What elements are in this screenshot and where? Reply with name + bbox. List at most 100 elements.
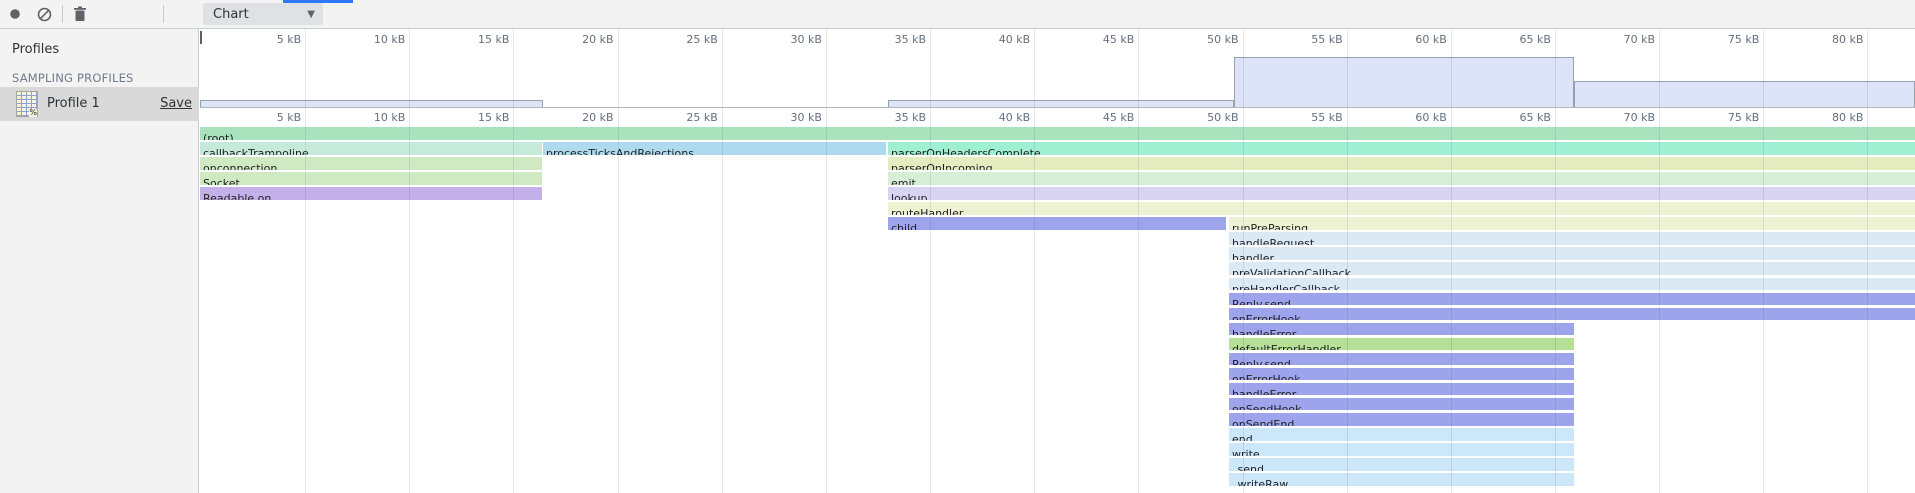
- flame-bar-routehandler[interactable]: routeHandler: [888, 202, 1915, 215]
- flame-bar-label: handleError: [1229, 329, 1296, 336]
- flame-bar-label: defaultErrorHandler: [1229, 344, 1341, 351]
- profile-name: Profile 1: [47, 96, 100, 111]
- flame-bar-label: emit: [888, 178, 916, 185]
- flame-bar-readable-on[interactable]: Readable.on: [200, 187, 542, 200]
- flame-bar-label: onSendHook: [1229, 404, 1302, 411]
- flame-bar-prehandlercallback[interactable]: preHandlerCallback: [1229, 278, 1915, 291]
- axis-tick-label: 60 kB: [1387, 111, 1447, 124]
- axis-tick-label: 5 kB: [241, 111, 301, 124]
- flame-bar-child[interactable]: child: [888, 217, 1226, 230]
- flame-bar-socket[interactable]: Socket: [200, 172, 542, 185]
- percent-badge: %: [29, 109, 37, 117]
- flame-bar-handleerror[interactable]: handleError: [1229, 323, 1574, 336]
- axis-tick-label: 15 kB: [449, 111, 509, 124]
- axis-tick-label: 50 kB: [1179, 33, 1239, 46]
- flame-bar-reply-send[interactable]: Reply.send: [1229, 353, 1574, 366]
- flame-bar-onsendend[interactable]: onSendEnd: [1229, 413, 1574, 426]
- chevron-down-icon: ▼: [307, 9, 323, 20]
- flame-bar-label: write_: [1229, 449, 1265, 456]
- axis-tick-label: 25 kB: [658, 111, 718, 124]
- view-mode-select[interactable]: Chart ▼: [203, 3, 323, 25]
- flame-bar-handler[interactable]: handler: [1229, 247, 1915, 260]
- flame-bar-label: preValidationCallback: [1229, 268, 1351, 275]
- flame-bar-parseronheaderscomplete[interactable]: parserOnHeadersComplete: [888, 142, 1915, 155]
- profiles-sidebar: Profiles SAMPLING PROFILES % Profile 1 S…: [0, 29, 199, 493]
- overview-step[interactable]: [1234, 57, 1574, 107]
- axis-tick-label: 65 kB: [1491, 111, 1551, 124]
- flame-bar-label: lookup: [888, 193, 928, 200]
- flame-chart-panel: 5 kB10 kB15 kB20 kB25 kB30 kB35 kB40 kB4…: [200, 29, 1915, 493]
- flame-bar--send[interactable]: _send: [1229, 458, 1574, 471]
- profile-icon: %: [16, 91, 38, 117]
- flame-bar-label: _send: [1229, 464, 1264, 471]
- flame-bar-defaulterrorhandler[interactable]: defaultErrorHandler: [1229, 338, 1574, 351]
- flame-bar-reply-send[interactable]: Reply.send: [1229, 293, 1915, 306]
- overview-step[interactable]: [1574, 81, 1915, 107]
- flame-bar-label: onconnection: [200, 163, 277, 170]
- axis-tick-label: 30 kB: [762, 33, 822, 46]
- flame-bar-runpreparsing[interactable]: runPreParsing: [1229, 217, 1915, 230]
- clear-icon: [37, 7, 52, 22]
- axis-tick-label: 60 kB: [1387, 33, 1447, 46]
- flame-bar-label: callbackTrampoline: [200, 148, 309, 155]
- record-button[interactable]: [5, 4, 25, 24]
- axis-tick-label: 5 kB: [241, 33, 301, 46]
- sampling-profiles-header: SAMPLING PROFILES: [12, 71, 134, 85]
- flame-bar--root-[interactable]: (root): [200, 127, 1915, 140]
- axis-tick-label: 20 kB: [554, 111, 614, 124]
- axis-tick-label: 30 kB: [762, 111, 822, 124]
- memory-profiler-panel: Chart ▼ Profiles SAMPLING PROFILES % Pro…: [0, 0, 1915, 493]
- flame-bar-onerrorhook[interactable]: onErrorHook: [1229, 368, 1574, 381]
- axis-tick-label: 35 kB: [866, 111, 926, 124]
- flame-bar-label: Socket: [200, 178, 240, 185]
- axis-tick-label: 15 kB: [449, 33, 509, 46]
- axis-tick-label: 65 kB: [1491, 33, 1551, 46]
- flame-bar-prevalidationcallback[interactable]: preValidationCallback: [1229, 262, 1915, 275]
- gridline: [1138, 29, 1139, 493]
- toolbar-divider: [163, 5, 164, 23]
- clear-button[interactable]: [34, 4, 54, 24]
- flame-bar-processticksandrejections[interactable]: processTicksAndRejections: [543, 142, 886, 155]
- delete-profile-button[interactable]: [70, 4, 90, 24]
- axis-tick-label: 35 kB: [866, 33, 926, 46]
- gridline: [1034, 29, 1035, 493]
- flame-bar-handleerror[interactable]: handleError: [1229, 383, 1574, 396]
- flame-bar-handlerequest[interactable]: handleRequest: [1229, 232, 1915, 245]
- flame-bar-label: preHandlerCallback: [1229, 284, 1340, 291]
- gridline: [618, 29, 619, 493]
- gridline: [513, 29, 514, 493]
- flame-bar-onerrorhook[interactable]: onErrorHook: [1229, 308, 1915, 321]
- flame-bar-label: handleRequest: [1229, 238, 1314, 245]
- axis-tick-label: 75 kB: [1699, 111, 1759, 124]
- overview-step[interactable]: [888, 100, 1234, 107]
- flame-bar-write-[interactable]: write_: [1229, 443, 1574, 456]
- flame-bar-onsendhook[interactable]: onSendHook: [1229, 398, 1574, 411]
- flame-bar-end[interactable]: end: [1229, 428, 1574, 441]
- profile-list-item[interactable]: % Profile 1 Save: [0, 87, 199, 121]
- flame-bar-label: Readable.on: [200, 193, 271, 200]
- axis-tick-label: 10 kB: [345, 33, 405, 46]
- flame-bar-onconnection[interactable]: onconnection: [200, 157, 542, 170]
- trash-icon: [73, 6, 87, 22]
- flame-bar-label: processTicksAndRejections: [543, 148, 694, 155]
- flame-bar-label: onSendEnd: [1229, 419, 1294, 426]
- axis-tick-label: 20 kB: [554, 33, 614, 46]
- axis-tick-label: 80 kB: [1803, 111, 1863, 124]
- flame-bar-label: Reply.send: [1229, 359, 1291, 366]
- flame-bar-label: _writeRaw: [1229, 479, 1288, 486]
- toolbar-divider: [62, 5, 63, 23]
- flame-bar-label: end: [1229, 434, 1253, 441]
- flame-bar-lookup[interactable]: lookup: [888, 187, 1915, 200]
- save-link[interactable]: Save: [160, 96, 192, 111]
- axis-tick-label: 55 kB: [1283, 111, 1343, 124]
- gridline: [826, 29, 827, 493]
- overview-step[interactable]: [200, 100, 543, 107]
- gridline: [305, 29, 306, 493]
- overview-start-marker: [200, 31, 202, 44]
- flame-bar-emit[interactable]: emit: [888, 172, 1915, 185]
- flame-bar-callbacktrampoline[interactable]: callbackTrampoline: [200, 142, 542, 155]
- flame-bar--writeraw[interactable]: _writeRaw: [1229, 473, 1574, 486]
- toolbar: Chart ▼: [0, 0, 1915, 29]
- flame-bar-parseronincoming[interactable]: parserOnIncoming: [888, 157, 1915, 170]
- axis-tick-label: 40 kB: [970, 33, 1030, 46]
